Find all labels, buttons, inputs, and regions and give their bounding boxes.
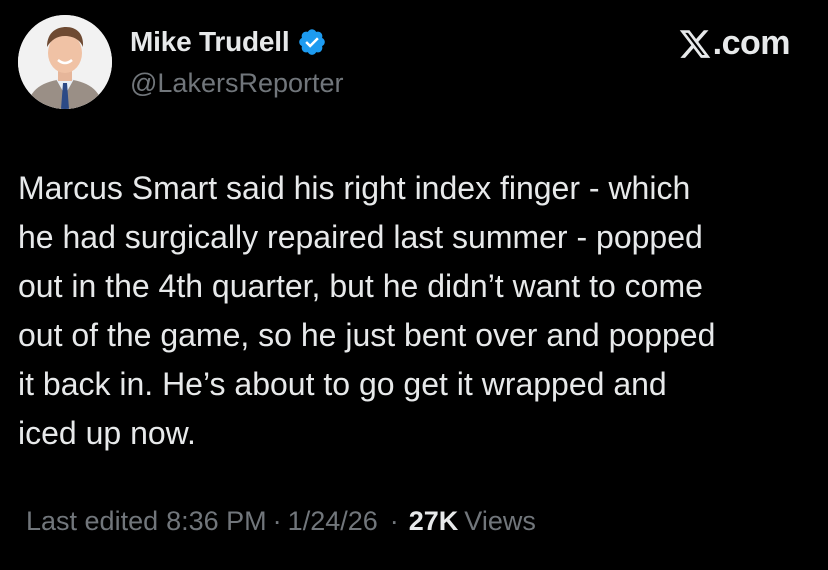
verified-badge-icon [297, 27, 327, 57]
avatar[interactable] [18, 15, 112, 109]
tweet-date[interactable]: 1/24/26 [288, 506, 378, 537]
site-brand: .com [678, 24, 791, 63]
brand-suffix: .com [712, 24, 791, 62]
tweet-meta: Last edited 8:36 PM · 1/24/26 · 27K View… [26, 506, 536, 537]
meta-separator: · [389, 506, 399, 536]
author-handle[interactable]: @LakersReporter [130, 68, 344, 99]
tweet-text: Marcus Smart said his right index finger… [18, 170, 716, 451]
x-logo-icon [678, 27, 712, 61]
meta-separator: · [272, 506, 282, 536]
tweet-time[interactable]: 8:36 PM [166, 506, 267, 537]
views-label[interactable]: Views [464, 506, 536, 537]
edited-label[interactable]: Last edited [26, 506, 158, 537]
author-display-name[interactable]: Mike Trudell [130, 26, 290, 58]
author-name-row: Mike Trudell [130, 26, 327, 58]
views-count[interactable]: 27K [409, 506, 459, 537]
avatar-photo [18, 15, 112, 109]
